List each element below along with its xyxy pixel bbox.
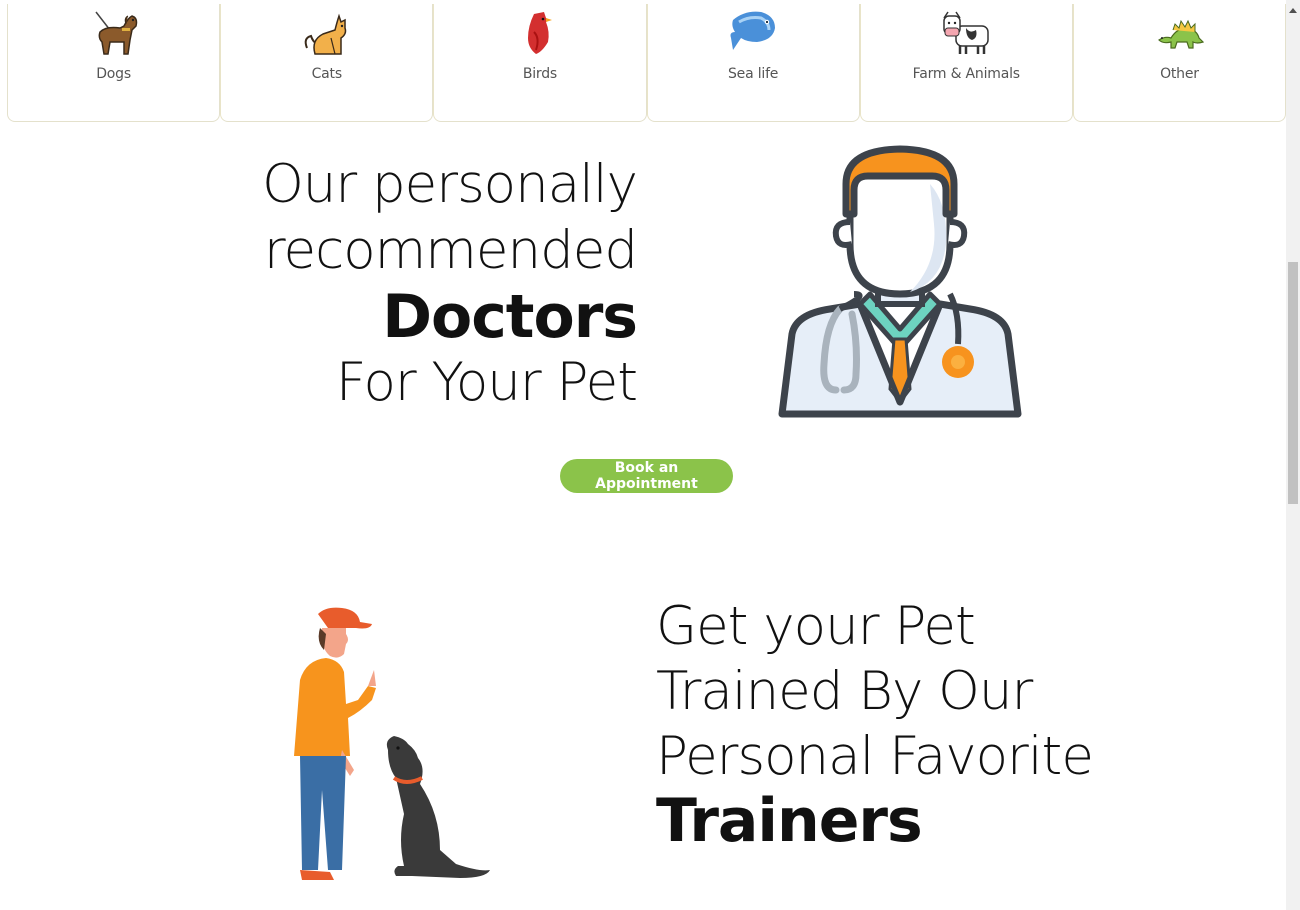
dog-icon: [94, 11, 137, 55]
doctors-heading: Our personally recommended Doctors For Y…: [200, 152, 638, 416]
category-label: Dogs: [96, 66, 131, 82]
category-birds[interactable]: Birds: [433, 4, 647, 122]
category-label: Cats: [311, 66, 343, 82]
scroll-up-icon[interactable]: [1289, 8, 1297, 13]
category-other[interactable]: Other: [1072, 4, 1287, 122]
fish-icon: [730, 11, 776, 50]
bird-icon: [527, 12, 552, 54]
category-cats[interactable]: Cats: [220, 4, 434, 122]
trainers-heading-line1: Get your Pet: [656, 596, 976, 657]
vertical-scrollbar[interactable]: [1286, 0, 1300, 910]
category-farm-animals[interactable]: Farm & Animals: [859, 4, 1073, 122]
trainers-heading-line3: Personal Favorite: [656, 726, 1094, 787]
doctors-heading-line4: For Your Pet: [335, 352, 638, 413]
category-label: Birds: [522, 66, 558, 82]
trainers-heading: Get your Pet Trained By Our Personal Fav…: [656, 594, 1176, 854]
cat-icon: [304, 13, 346, 55]
cow-icon: [943, 11, 990, 54]
category-label: Sea life: [727, 66, 779, 82]
doctors-heading-line1: Our personally: [262, 154, 638, 215]
trainers-heading-keyword: Trainers: [656, 786, 923, 856]
category-dogs[interactable]: Dogs: [7, 4, 221, 122]
category-strip: Dogs Cats Birds Sea life Farm & Animals …: [7, 4, 1287, 122]
category-label: Farm & Animals: [912, 66, 1020, 82]
scroll-thumb[interactable]: [1288, 262, 1298, 504]
trainer-illustration: [294, 607, 490, 880]
doctor-illustration: [778, 145, 1022, 418]
category-label: Other: [1160, 66, 1199, 82]
trainers-heading-line2: Trained By Our: [656, 661, 1033, 722]
book-appointment-button[interactable]: Book an Appointment: [560, 459, 733, 493]
doctors-heading-keyword: Doctors: [382, 282, 638, 352]
dinosaur-icon: [1158, 19, 1205, 49]
category-sea-life[interactable]: Sea life: [646, 4, 860, 122]
doctors-heading-line2: recommended: [263, 220, 638, 281]
